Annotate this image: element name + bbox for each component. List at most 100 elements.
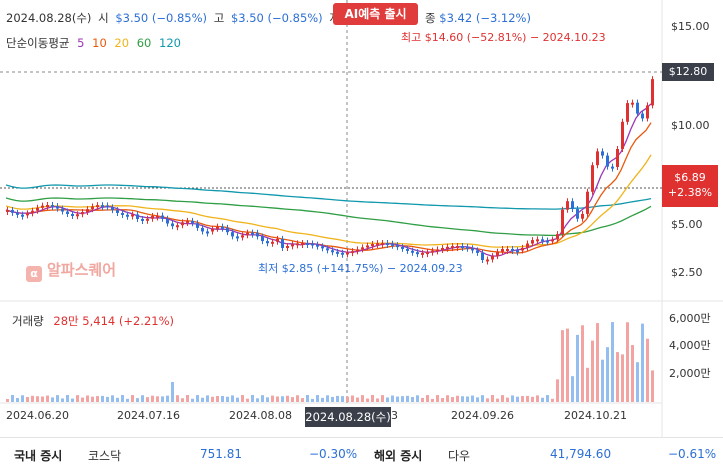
- volume-bar: [201, 397, 204, 402]
- volume-bar: [481, 395, 484, 402]
- candle-body: [246, 232, 249, 236]
- candle-body: [541, 239, 544, 242]
- overseas-market-label[interactable]: 해외 증시: [374, 447, 422, 464]
- volume-bar: [21, 395, 24, 402]
- last-price: $6.89: [674, 171, 706, 184]
- candle-body: [266, 241, 269, 244]
- volume-bar: [491, 395, 494, 402]
- price-chart[interactable]: [0, 0, 723, 437]
- candle-body: [216, 226, 219, 229]
- candle-body: [101, 205, 104, 208]
- volume-bar: [651, 370, 654, 402]
- volume-bar: [221, 396, 224, 402]
- volume-bar: [316, 395, 319, 402]
- candle-body: [371, 244, 374, 247]
- volume-bar: [101, 395, 104, 402]
- domestic-market-label[interactable]: 국내 증시: [14, 447, 62, 464]
- candle-body: [186, 220, 189, 223]
- candle-body: [596, 151, 599, 166]
- ma-60: 60: [136, 36, 152, 50]
- ma-20: 20: [114, 36, 130, 50]
- volume-bar: [281, 396, 284, 402]
- dow-name[interactable]: 다우: [448, 447, 470, 464]
- candle-body: [481, 252, 484, 260]
- candle-body: [426, 252, 429, 255]
- volume-bar: [371, 395, 374, 402]
- candle-body: [356, 249, 359, 252]
- candle-body: [391, 243, 394, 246]
- volume-bar: [156, 396, 159, 402]
- volume-bar: [536, 395, 539, 402]
- volume-bar: [361, 395, 364, 402]
- volume-bar: [601, 359, 604, 402]
- kosdaq-name[interactable]: 코스닥: [88, 447, 121, 464]
- candle-body: [651, 79, 654, 106]
- market-ticker-bar: 국내 증시 코스닥 751.81 −0.30% 해외 증시 다우 41,794.…: [0, 437, 723, 472]
- candle-body: [551, 239, 554, 242]
- volume-bar: [231, 395, 234, 402]
- volume-bar: [401, 396, 404, 402]
- volume-info: 거래량 28만 5,414 (+2.21%): [12, 314, 174, 328]
- candle-body: [276, 238, 279, 242]
- candle-body: [306, 243, 309, 246]
- volume-bar: [636, 362, 639, 402]
- candle-body: [271, 241, 274, 244]
- volume-bar: [66, 395, 69, 402]
- volume-bar: [126, 398, 129, 402]
- candle-body: [251, 232, 254, 235]
- candle-body: [201, 227, 204, 232]
- candle-body: [376, 243, 379, 246]
- volume-bar: [466, 396, 469, 402]
- candle-body: [166, 218, 169, 224]
- kosdaq-value: 751.81: [200, 447, 242, 461]
- candle-body: [631, 102, 634, 105]
- candle-body: [606, 155, 609, 167]
- volume-bar: [436, 395, 439, 402]
- volume-bar: [176, 395, 179, 402]
- volume-bar: [271, 395, 274, 402]
- candle-body: [556, 234, 559, 240]
- volume-bar: [146, 397, 149, 402]
- volume-bar: [561, 330, 564, 402]
- vol-tick-4000: 4,000만: [669, 339, 711, 352]
- candle-body: [381, 243, 384, 246]
- candle-body: [131, 214, 134, 217]
- volume-bar: [376, 398, 379, 402]
- volume-bar: [596, 323, 599, 402]
- volume-bar: [506, 397, 509, 402]
- vol-tick-6000: 6,000만: [669, 312, 711, 325]
- volume-bar: [181, 398, 184, 402]
- candle-body: [116, 210, 119, 213]
- ma-10: 10: [92, 36, 107, 50]
- volume-bar: [291, 397, 294, 402]
- candle-body: [236, 236, 239, 239]
- candle-body: [431, 250, 434, 253]
- volume-bar: [606, 347, 609, 402]
- dow-value: 41,794.60: [550, 447, 612, 461]
- candle-body: [281, 238, 284, 248]
- ai-prediction-button[interactable]: AI예측 출시: [333, 3, 418, 25]
- moving-average-legend[interactable]: 단순이동평균 5 10 20 60 120: [6, 36, 185, 50]
- chart-app: 2024.08.28(수) 시 $3.50 (−0.85%) 고 $3.50 (…: [0, 0, 723, 471]
- candle-body: [16, 212, 19, 215]
- volume-bar: [276, 396, 279, 402]
- volume-bar: [646, 338, 649, 402]
- candle-body: [586, 191, 589, 214]
- volume-bar: [406, 395, 409, 402]
- volume-bar: [351, 395, 354, 402]
- y-tick-15: $15.00: [671, 20, 710, 33]
- candle-body: [451, 246, 454, 249]
- candle-body: [181, 222, 184, 226]
- volume-bar: [266, 397, 269, 402]
- candle-body: [46, 205, 49, 208]
- candle-body: [336, 251, 339, 254]
- volume-bar: [161, 396, 164, 402]
- volume-bar: [31, 395, 34, 402]
- volume-bar: [541, 397, 544, 402]
- volume-bar: [151, 395, 154, 402]
- volume-bar: [36, 396, 39, 402]
- volume-bar: [11, 395, 14, 402]
- candle-body: [256, 232, 259, 237]
- ma-5: 5: [77, 36, 85, 50]
- y-tick-5: $5.00: [671, 218, 703, 231]
